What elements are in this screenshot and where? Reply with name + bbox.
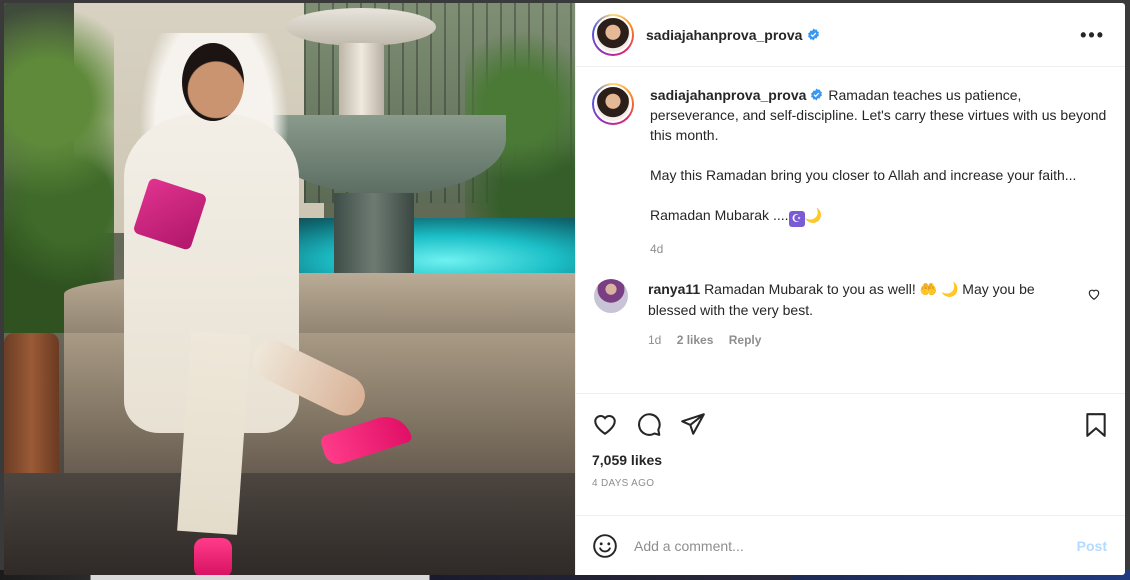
more-options-icon[interactable]: ••• <box>1080 25 1105 46</box>
bookmark-icon[interactable] <box>1085 412 1107 438</box>
caption-username[interactable]: sadiajahanprova_prova <box>650 87 806 103</box>
crescent-moon-emoji: 🌙 <box>940 281 959 297</box>
paper-plane-icon[interactable] <box>680 411 706 437</box>
caption-paragraph-3: Ramadan Mubarak .... <box>650 207 789 223</box>
author-username[interactable]: sadiajahanprova_prova <box>646 27 802 43</box>
comments-section: sadiajahanprova_prova Ramadan teaches us … <box>576 67 1125 393</box>
smiley-icon[interactable] <box>592 533 618 559</box>
likes-count[interactable]: 7,059 likes <box>592 452 1109 468</box>
post-actions: 7,059 likes 4 DAYS AGO <box>576 393 1125 515</box>
comment-input[interactable] <box>634 537 1077 554</box>
verified-badge-icon <box>808 28 820 41</box>
verified-badge-icon <box>811 88 823 101</box>
comment-text-start: Ramadan Mubarak to you as well! <box>704 281 920 297</box>
author-avatar[interactable] <box>592 13 634 56</box>
commenter-avatar[interactable] <box>594 279 628 313</box>
comment-likes[interactable]: 2 likes <box>677 333 714 347</box>
post-comment-button[interactable]: Post <box>1077 538 1107 554</box>
comment-age[interactable]: 1d <box>648 333 661 347</box>
comment-item: ranya11 Ramadan Mubarak to you as well! … <box>592 279 1109 351</box>
comment-reply-button[interactable]: Reply <box>729 333 762 347</box>
comment-bubble-icon[interactable] <box>636 411 662 437</box>
post-header: sadiajahanprova_prova ••• <box>576 3 1125 67</box>
caption-paragraph-2: May this Ramadan bring you closer to All… <box>650 167 1077 183</box>
post-photo[interactable] <box>4 3 575 575</box>
post-modal: sadiajahanprova_prova ••• sadiajahanprov… <box>4 3 1125 575</box>
caption-age[interactable]: 4d <box>650 242 663 256</box>
post-timestamp[interactable]: 4 DAYS AGO <box>592 478 1109 489</box>
post-side-panel: sadiajahanprova_prova ••• sadiajahanprov… <box>575 3 1125 575</box>
crescent-moon-emoji: 🌙 <box>804 207 822 223</box>
add-comment-bar: Post <box>576 515 1125 575</box>
caption-row: sadiajahanprova_prova Ramadan teaches us … <box>592 83 1109 259</box>
comment-heart-icon[interactable] <box>1087 287 1101 301</box>
heart-icon[interactable] <box>592 411 618 437</box>
star-crescent-emoji: ☪ <box>788 211 805 227</box>
commenter-username[interactable]: ranya11 <box>648 281 700 297</box>
praying-hands-emoji: 🤲 <box>919 281 938 297</box>
caption-author-avatar[interactable] <box>592 83 634 125</box>
